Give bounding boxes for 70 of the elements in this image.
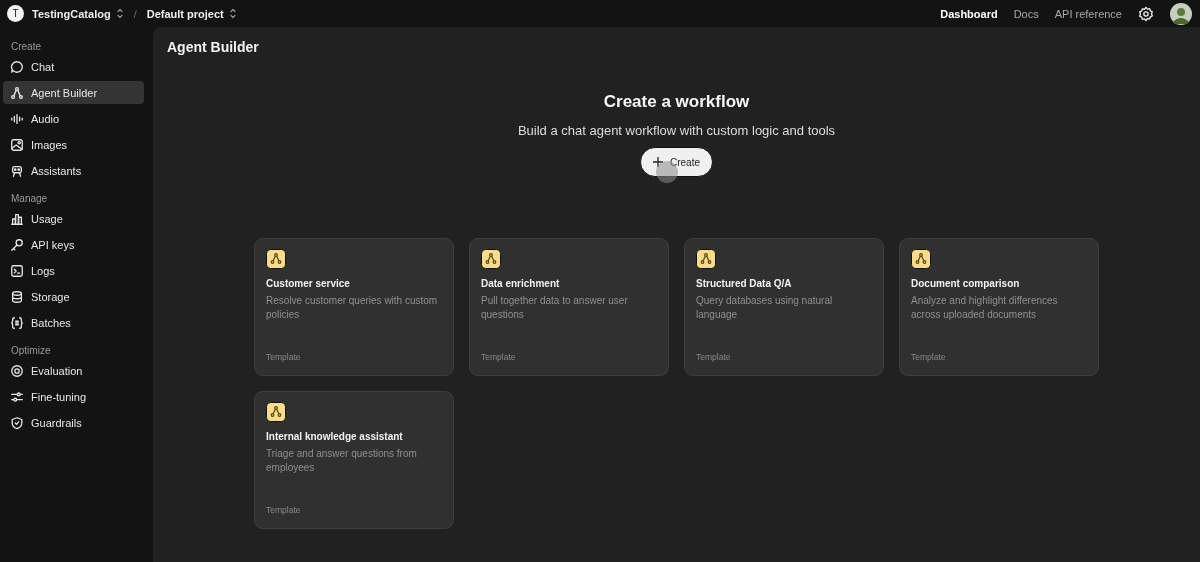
key-icon <box>10 237 24 252</box>
card-tag: Template <box>266 352 442 362</box>
card-tag: Template <box>266 505 442 515</box>
nodes-icon <box>696 249 716 269</box>
card-description: Resolve customer queries with custom policies <box>266 294 439 322</box>
card-title: Structured Data Q/A <box>696 278 793 289</box>
nodes-icon <box>266 402 286 422</box>
target-icon <box>10 363 24 378</box>
breadcrumb-separator: / <box>133 7 137 20</box>
chat-icon <box>10 59 24 74</box>
sidebar-item[interactable]: Chat <box>3 55 144 78</box>
nav-link[interactable]: Dashboard <box>940 7 998 20</box>
org-avatar[interactable]: T <box>7 5 24 22</box>
settings-icon[interactable] <box>1138 5 1154 22</box>
sidebar-item[interactable]: Guardrails <box>3 411 144 434</box>
template-card[interactable]: Data enrichment Pull together data to answer user questions Template <box>469 238 669 376</box>
waveform-icon <box>10 111 24 126</box>
sliders-icon <box>10 389 24 404</box>
create-button[interactable]: Create <box>640 147 713 177</box>
hero-title: Create a workflow <box>603 92 750 112</box>
card-description: Pull together data to answer user questions <box>481 294 629 322</box>
sidebar-item[interactable]: Agent Builder <box>3 81 144 104</box>
sidebar-item[interactable]: API keys <box>3 233 144 256</box>
chevron-updown-icon <box>228 8 237 19</box>
card-tag: Template <box>481 352 657 362</box>
template-card[interactable]: Document comparison Analyze and highlight differences across uploaded documents Template <box>899 238 1099 376</box>
sidebar-item[interactable]: Evaluation <box>3 359 144 382</box>
card-tag: Template <box>911 352 1087 362</box>
card-description: Query databases using natural language <box>696 294 834 322</box>
nodes-icon <box>10 85 24 100</box>
template-card[interactable]: Structured Data Q/A Query databases using natural language Template <box>684 238 884 376</box>
database-icon <box>10 289 24 304</box>
section-heading: Optimize <box>10 344 52 358</box>
org-switcher[interactable]: TestingCatalog <box>32 7 124 20</box>
section-heading: Create <box>10 40 42 54</box>
sidebar-item[interactable]: Storage <box>3 285 144 308</box>
nav-link[interactable]: Docs <box>1013 7 1039 20</box>
braces-icon <box>10 315 24 330</box>
sidebar-item[interactable]: Assistants <box>3 159 144 182</box>
card-description: Triage and answer questions from employees <box>266 447 418 475</box>
sidebar-item[interactable]: Usage <box>3 207 144 230</box>
card-title: Data enrichment <box>481 278 561 289</box>
page-title: Agent Builder <box>167 39 260 55</box>
robot-icon <box>10 163 24 178</box>
nodes-icon <box>481 249 501 269</box>
sidebar-item[interactable]: Images <box>3 133 144 156</box>
image-icon <box>10 137 24 152</box>
card-title: Customer service <box>266 278 351 289</box>
section-heading: Manage <box>10 192 49 206</box>
template-card[interactable]: Internal knowledge assistant Triage and answer questions from employees Template <box>254 391 454 529</box>
chevron-updown-icon <box>115 8 124 19</box>
plus-icon <box>653 157 663 167</box>
project-switcher[interactable]: Default project <box>146 7 237 20</box>
shield-icon <box>10 415 24 430</box>
nodes-icon <box>911 249 931 269</box>
sidebar-item[interactable]: Batches <box>3 311 144 334</box>
bar-chart-icon <box>10 211 24 226</box>
sidebar-item[interactable]: Logs <box>3 259 144 282</box>
sidebar-item[interactable]: Fine-tuning <box>3 385 144 408</box>
user-avatar[interactable] <box>1170 2 1192 25</box>
card-description: Analyze and highlight differences across uploaded documents <box>911 294 1059 322</box>
card-tag: Template <box>696 352 872 362</box>
hero-subtitle: Build a chat agent workflow with custom logic and tools <box>517 123 836 138</box>
template-card[interactable]: Customer service Resolve customer queries with custom policies Template <box>254 238 454 376</box>
terminal-icon <box>10 263 24 278</box>
card-title: Internal knowledge assistant <box>266 431 404 442</box>
card-title: Document comparison <box>911 278 1021 289</box>
nodes-icon <box>266 249 286 269</box>
nav-link[interactable]: API reference <box>1054 7 1122 20</box>
sidebar-item[interactable]: Audio <box>3 107 144 130</box>
